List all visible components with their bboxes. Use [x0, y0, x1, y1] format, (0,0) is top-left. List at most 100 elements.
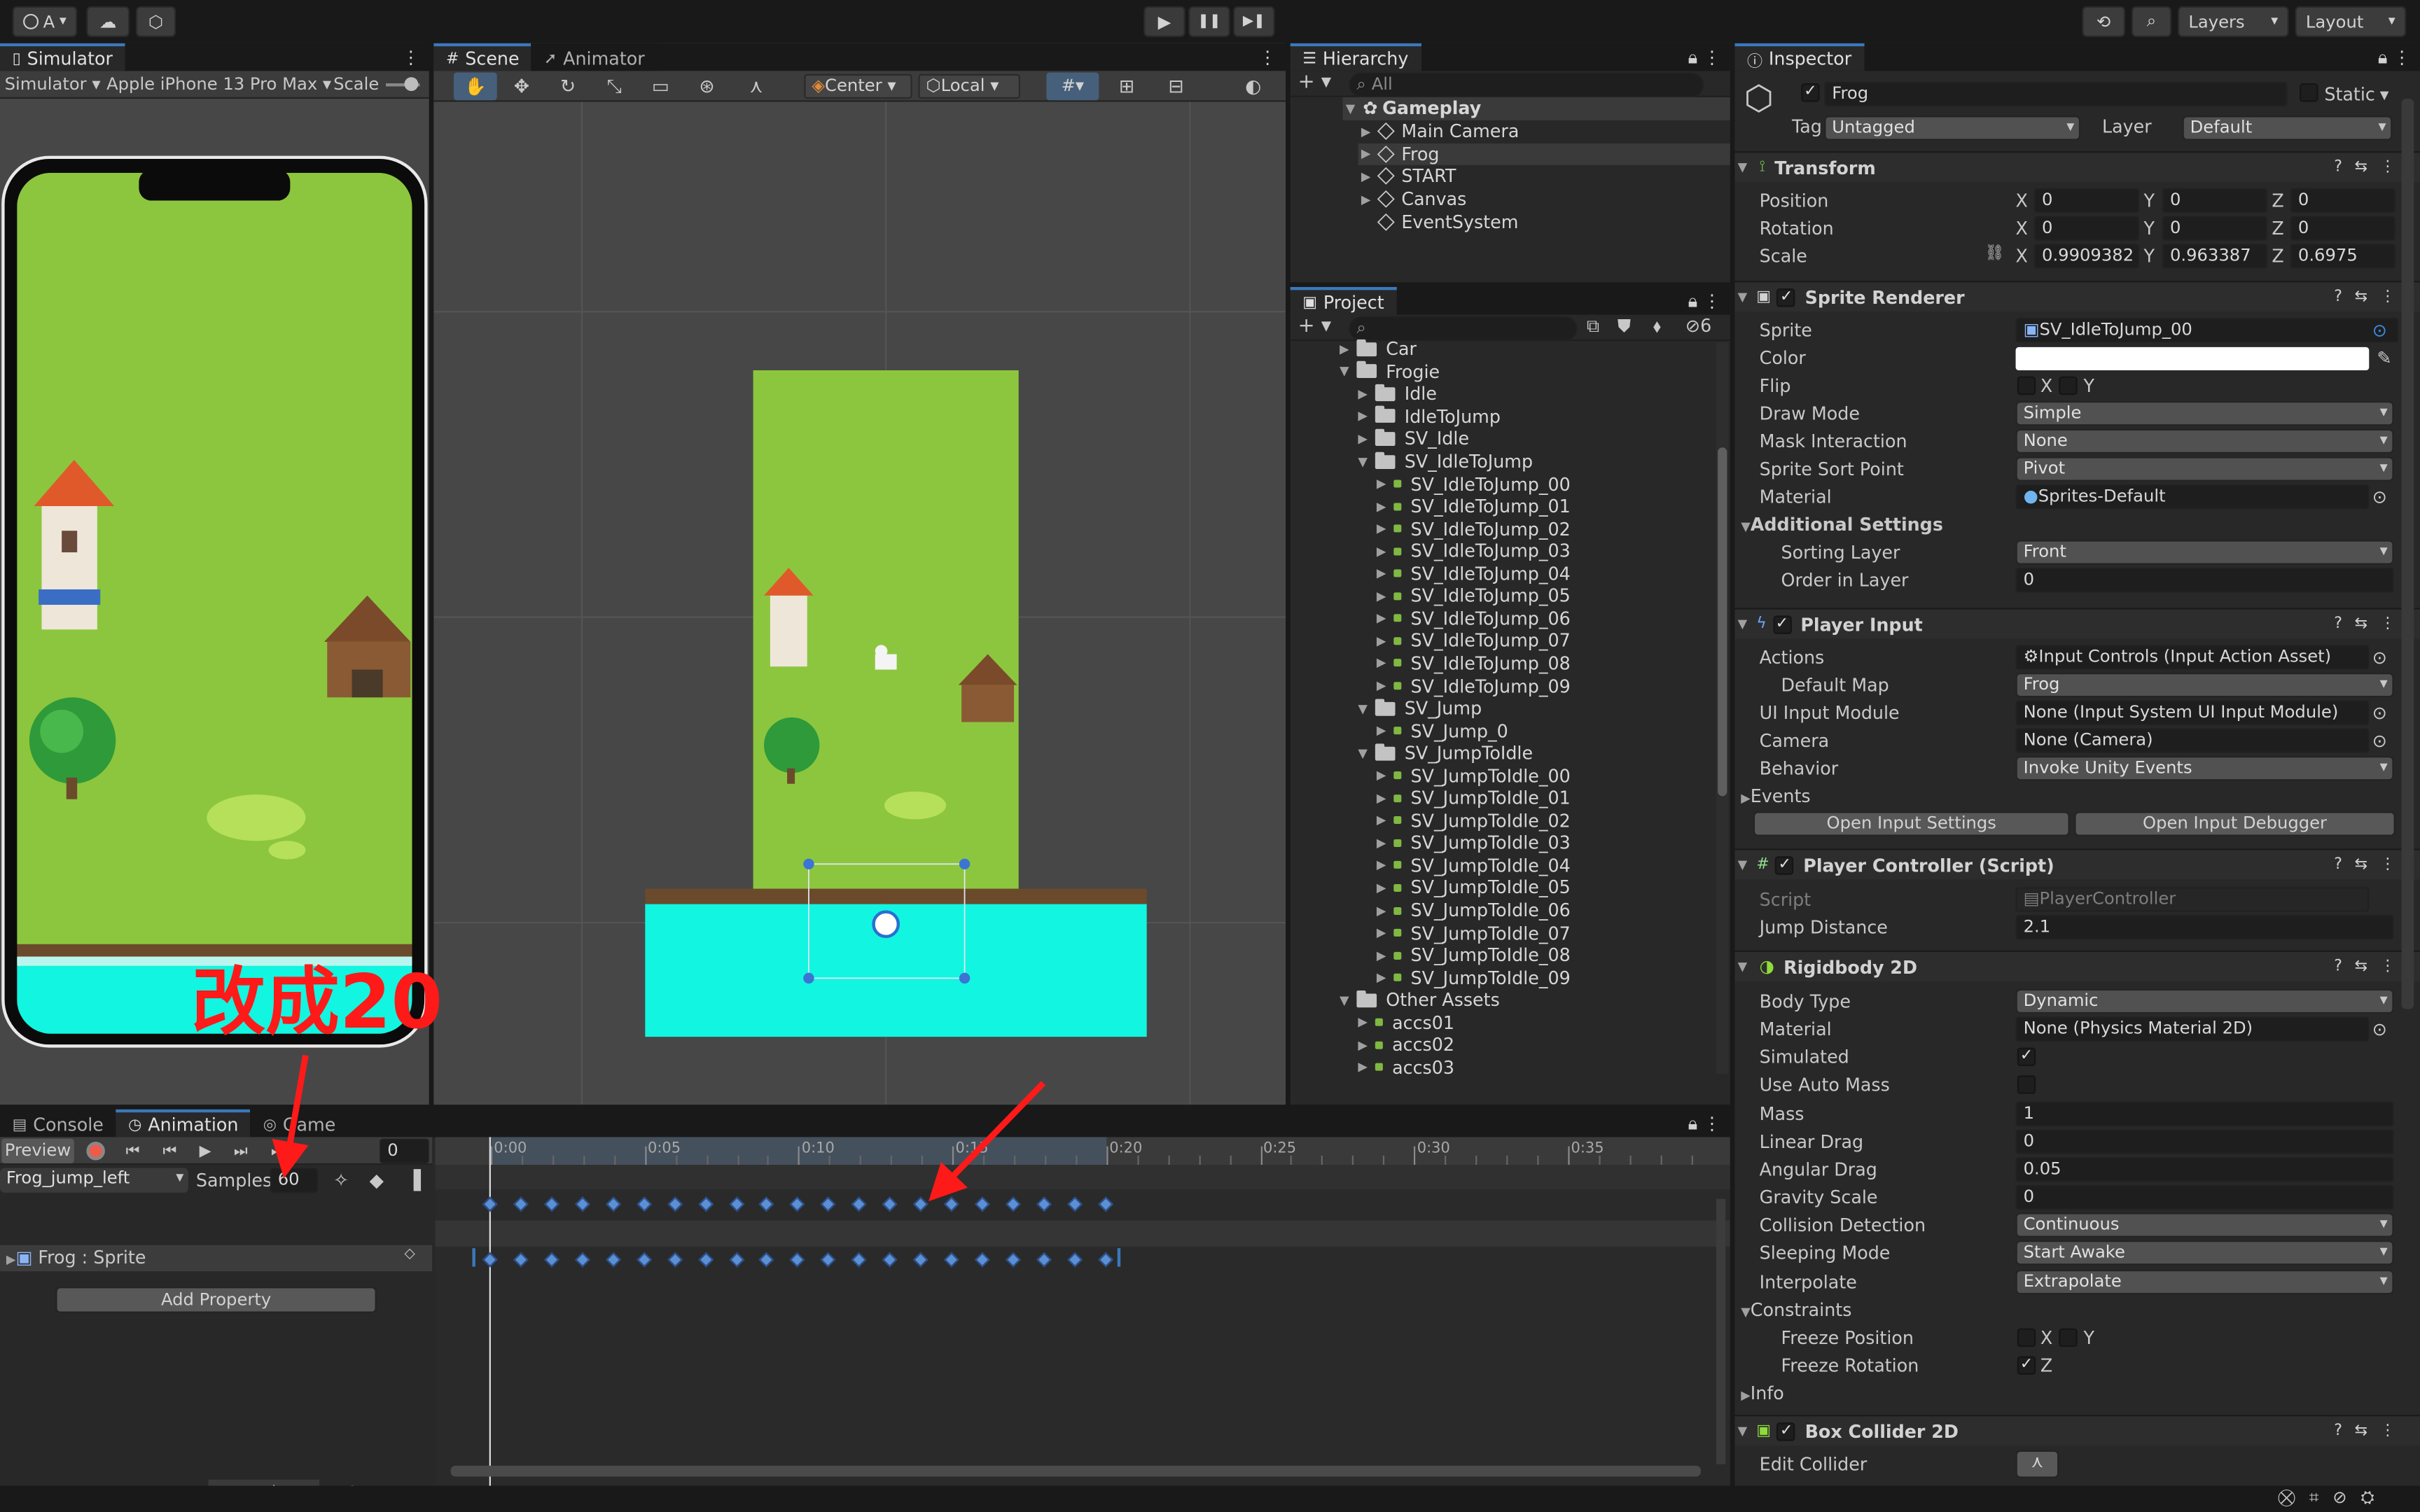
expand-arrow-icon[interactable]: ▶: [1358, 169, 1374, 183]
project-item[interactable]: ▶ SV_JumpToIdle_05: [1374, 876, 1571, 899]
transform-tool-icon[interactable]: ⊛: [690, 73, 723, 101]
sprite-sort-point-dropdown[interactable]: Pivot: [2015, 456, 2394, 482]
project-item[interactable]: ▼ SV_JumpToIdle: [1355, 742, 1533, 764]
sprite-keyframe[interactable]: [882, 1252, 898, 1268]
player-controller-header[interactable]: ▼ # ✓ Player Controller (Script) ?⇆⋮: [1734, 848, 2420, 880]
summary-keyframe[interactable]: [1097, 1196, 1113, 1212]
expand-arrow-icon[interactable]: ▼: [1355, 454, 1370, 468]
move-tool-icon[interactable]: ✥: [505, 73, 538, 101]
box-collider-header[interactable]: ▼ ▣ ✓ Box Collider 2D ?⇆⋮: [1734, 1415, 2420, 1446]
pos-z-input[interactable]: 0: [2290, 188, 2395, 214]
filter-type-icon[interactable]: ⧉: [1587, 315, 1599, 338]
project-item[interactable]: ▼ Other Assets: [1337, 989, 1500, 1011]
tab-console[interactable]: ▤ Console: [0, 1109, 116, 1138]
object-picker-icon[interactable]: ⊙: [2372, 319, 2387, 341]
sprite-keyframe[interactable]: [913, 1252, 929, 1268]
jump-distance-input[interactable]: 2.1: [2015, 915, 2394, 940]
sprite-keyframe[interactable]: [513, 1252, 529, 1268]
property-row[interactable]: ▶▣ Frog : Sprite ◇: [0, 1245, 433, 1272]
project-item[interactable]: ▶ accs03: [1355, 1056, 1454, 1079]
sprite-keyframe[interactable]: [697, 1252, 714, 1268]
add-object-button[interactable]: + ▾: [1298, 71, 1332, 94]
object-picker-icon[interactable]: ⊙: [2372, 730, 2387, 752]
summary-keyframe[interactable]: [913, 1196, 929, 1212]
project-item[interactable]: ▶ SV_IdleToJump_03: [1374, 540, 1571, 562]
expand-arrow-icon[interactable]: ▶: [1374, 566, 1389, 580]
expand-arrow-icon[interactable]: ▼: [1355, 701, 1370, 715]
tab-project[interactable]: ▣ Project: [1290, 286, 1397, 315]
expand-arrow-icon[interactable]: ▶: [1374, 791, 1389, 805]
summary-keyframe[interactable]: [574, 1196, 590, 1212]
history-icon[interactable]: ⟲: [2082, 6, 2126, 37]
project-item[interactable]: ▶ SV_IdleToJump_04: [1374, 562, 1571, 584]
material-field[interactable]: ●Sprites-Default: [2015, 484, 2370, 510]
hierarchy-item[interactable]: ▶ Frog: [1358, 143, 1730, 166]
static-checkbox[interactable]: [2300, 83, 2318, 102]
flip-x-checkbox[interactable]: [2017, 376, 2036, 396]
expand-arrow-icon[interactable]: ▶: [1374, 858, 1389, 872]
mask-interaction-dropdown[interactable]: None: [2015, 428, 2394, 454]
gizmo-ruler-icon[interactable]: ⊟: [1159, 73, 1192, 101]
expand-arrow-icon[interactable]: ▶: [1355, 432, 1370, 446]
sorting-layer-dropdown[interactable]: Front: [2015, 540, 2394, 565]
prev-keyframe-icon[interactable]: ⏮: [153, 1137, 186, 1165]
add-event-icon[interactable]: ◆: [360, 1166, 394, 1194]
camera-field[interactable]: None (Camera): [2015, 728, 2370, 753]
status-icons[interactable]: ⛒⌗⊘⛭: [2278, 1488, 2388, 1509]
expand-arrow-icon[interactable]: ▶: [1355, 410, 1370, 424]
curves-tab[interactable]: Curves: [319, 1479, 431, 1486]
samples-input[interactable]: 60: [270, 1168, 319, 1193]
scl-x-input[interactable]: 0.9909382: [2034, 244, 2139, 269]
static-dropdown-icon[interactable]: ▾: [2380, 83, 2389, 105]
expand-arrow-icon[interactable]: ▶: [1355, 1016, 1370, 1030]
sprite-keyframe[interactable]: [543, 1252, 559, 1268]
expand-arrow-icon[interactable]: ▶: [1374, 679, 1389, 693]
play-animation-icon[interactable]: ▶: [188, 1137, 222, 1165]
expand-arrow-icon[interactable]: ▶: [1374, 948, 1389, 962]
project-scrollbar[interactable]: [1716, 342, 1729, 1074]
object-picker-icon[interactable]: ⊙: [2372, 647, 2387, 668]
tab-simulator[interactable]: ▯ Simulator: [0, 43, 125, 71]
sprite-renderer-header[interactable]: ▼ ▣ ✓ Sprite Renderer ?⇆⋮: [1734, 281, 2420, 312]
expand-arrow-icon[interactable]: ▶: [1374, 904, 1389, 918]
interpolate-dropdown[interactable]: Extrapolate: [2015, 1268, 2394, 1294]
simulated-checkbox[interactable]: ✓: [2017, 1048, 2036, 1067]
expand-arrow-icon[interactable]: ▶: [1374, 813, 1389, 827]
body-type-dropdown[interactable]: Dynamic: [2015, 988, 2394, 1014]
record-button[interactable]: [86, 1142, 105, 1161]
angular-drag-input[interactable]: 0.05: [2015, 1156, 2394, 1182]
constraints-foldout[interactable]: ▼Constraints: [1741, 1299, 1851, 1321]
expand-arrow-icon[interactable]: ▶: [1374, 926, 1389, 940]
foldout-arrow-icon[interactable]: ▼: [1741, 1306, 1751, 1320]
tag-icon[interactable]: ⬧: [1653, 315, 1661, 338]
summary-keyframe[interactable]: [882, 1196, 898, 1212]
project-item[interactable]: ▶ SV_JumpToIdle_07: [1374, 922, 1571, 944]
expand-arrow-icon[interactable]: ▶: [1374, 522, 1389, 536]
project-item[interactable]: ▶ SV_JumpToIdle_08: [1374, 944, 1571, 967]
add-property-button[interactable]: Add Property: [55, 1287, 377, 1313]
expand-arrow-icon[interactable]: ▼: [1337, 365, 1352, 379]
linear-drag-input[interactable]: 0: [2015, 1128, 2394, 1154]
last-keyframe-icon[interactable]: ⏭: [260, 1137, 294, 1165]
player-input-header[interactable]: ▼ ϟ ✓ Player Input ?⇆⋮: [1734, 608, 2420, 639]
summary-keyframe[interactable]: [667, 1196, 683, 1212]
expand-arrow-icon[interactable]: ▶: [1374, 724, 1389, 738]
panel-menu-icon[interactable]: ⋮: [1258, 43, 1286, 71]
expand-arrow-icon[interactable]: ▶: [1358, 125, 1374, 139]
step-button[interactable]: ▶❚: [1233, 6, 1275, 37]
scl-z-input[interactable]: 0.6975: [2290, 244, 2395, 269]
sprite-field[interactable]: ▣SV_IdleToJump_00: [2015, 318, 2399, 343]
project-item[interactable]: ▼ SV_Jump: [1355, 697, 1482, 720]
summary-keyframe[interactable]: [944, 1196, 959, 1212]
project-item[interactable]: ▶ SV_JumpToIdle_01: [1374, 787, 1571, 809]
gravity-input[interactable]: 0: [2015, 1184, 2394, 1210]
scale-link-icon[interactable]: ⛓: [1984, 245, 2004, 262]
material-input[interactable]: None (Physics Material 2D): [2015, 1016, 2370, 1042]
rotate-tool-icon[interactable]: ↻: [551, 73, 585, 101]
info-foldout[interactable]: ▶Info: [1741, 1382, 1784, 1404]
summary-keyframe[interactable]: [543, 1196, 559, 1212]
project-item[interactable]: ▶ SV_IdleToJump_02: [1374, 517, 1571, 540]
sprite-keyframe[interactable]: [1006, 1252, 1021, 1268]
summary-keyframe[interactable]: [482, 1196, 498, 1212]
behavior-dropdown[interactable]: Invoke Unity Events: [2015, 756, 2394, 781]
